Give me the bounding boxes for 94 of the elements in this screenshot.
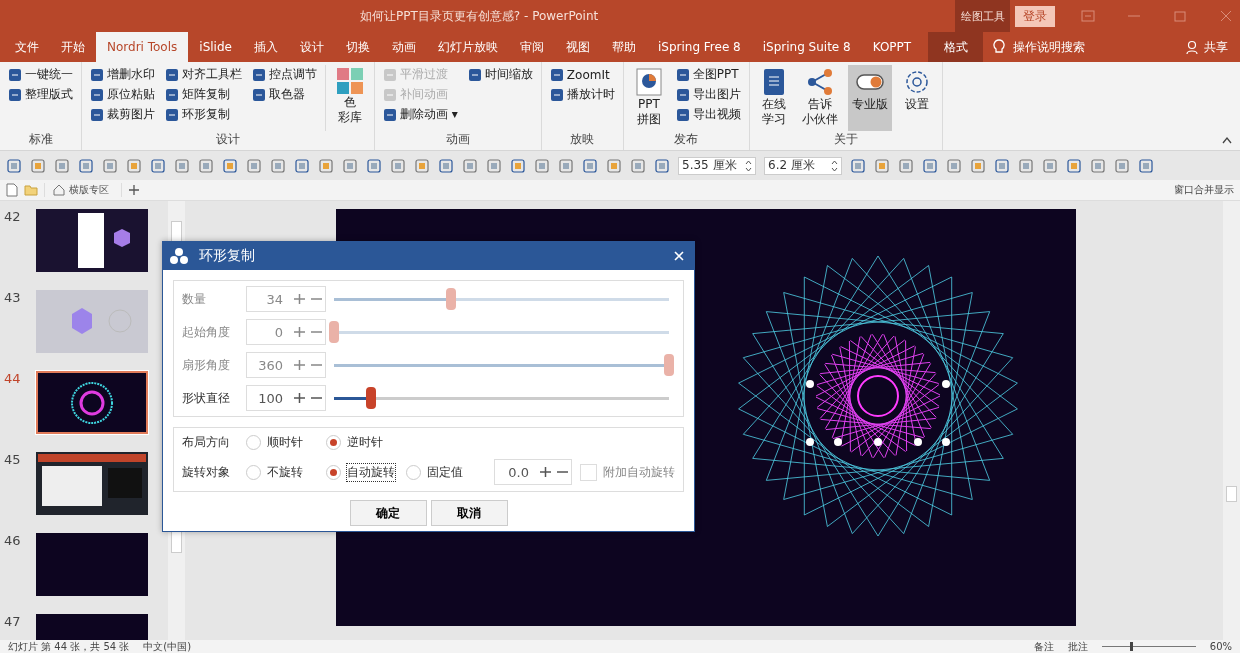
- group-label: 放映: [569, 131, 596, 148]
- ribbon-large-button[interactable]: 在线 学习: [755, 65, 792, 131]
- ribbon-tab[interactable]: 格式: [928, 32, 984, 62]
- ribbon-button[interactable]: 裁剪图片: [88, 105, 157, 124]
- button-label: 学习: [761, 112, 786, 127]
- ribbon-tab[interactable]: 切换: [334, 32, 381, 62]
- slide-count: 幻灯片 第 44 张，共 54 张: [8, 639, 130, 653]
- slide-number: 42: [3, 209, 22, 224]
- ribbon-button[interactable]: 导出视频: [673, 105, 743, 124]
- ribbon-button[interactable]: 控点调节: [250, 65, 319, 84]
- ribbon-large-button[interactable]: 色 彩库: [325, 65, 368, 131]
- ribbon-tab[interactable]: 文件: [4, 32, 50, 62]
- radio-option[interactable]: 逆时针: [326, 434, 398, 451]
- field-label: 扇形角度: [182, 356, 231, 374]
- ribbon-tab[interactable]: iSpring Suite 8: [751, 32, 862, 62]
- tell-me-search[interactable]: 操作说明搜索: [1013, 38, 1086, 56]
- slide-number: 44: [3, 371, 22, 386]
- notes-button[interactable]: 备注: [1033, 639, 1054, 653]
- ribbon-tab[interactable]: 开始: [50, 32, 96, 62]
- language-label: 中文(中国): [143, 639, 192, 653]
- ribbon-button[interactable]: 对齐工具栏: [163, 65, 244, 84]
- comments-button[interactable]: 批注: [1067, 639, 1088, 653]
- slide-number: 47: [3, 614, 22, 629]
- ribbon-tab[interactable]: 审阅: [508, 32, 555, 62]
- button-label: 专业版: [851, 97, 888, 112]
- dialog-title: 环形复制: [199, 247, 255, 265]
- field-label: 形状直径: [182, 389, 231, 407]
- ribbon-button[interactable]: 一键统一: [6, 65, 75, 84]
- ribbon-button[interactable]: 全图PPT: [673, 65, 743, 84]
- dialog-button[interactable]: 确定: [349, 500, 427, 526]
- size-field[interactable]: 5.35 厘米: [678, 156, 756, 175]
- button-label: PPT: [637, 97, 660, 112]
- radio-option[interactable]: 不旋转: [246, 463, 318, 481]
- radio-option[interactable]: 固定值: [406, 463, 478, 481]
- ribbon-button[interactable]: 增删水印: [88, 65, 157, 84]
- ribbon-button[interactable]: 取色器: [250, 85, 319, 104]
- share-button[interactable]: 共享: [1204, 38, 1228, 56]
- field-label: 布局方向: [182, 434, 231, 451]
- group-label: 动画: [444, 131, 471, 148]
- ribbon-button[interactable]: 整理版式: [6, 85, 75, 104]
- field-label: 起始角度: [182, 323, 231, 341]
- ribbon-large-button[interactable]: PPT 拼图: [629, 65, 668, 131]
- group-label: 发布: [673, 131, 700, 148]
- ribbon-button[interactable]: 环形复制: [163, 105, 244, 124]
- ribbon-tab[interactable]: 设计: [288, 32, 335, 62]
- merge-windows-button[interactable]: 窗口合并显示: [1174, 183, 1234, 197]
- group-label: 设计: [215, 131, 241, 148]
- radio-option[interactable]: 顺时针: [246, 434, 318, 451]
- ribbon-button[interactable]: 时间缩放: [465, 65, 535, 84]
- ribbon-tab[interactable]: iSlide: [188, 32, 243, 62]
- button-label: 彩库: [338, 110, 362, 125]
- slide-number: 45: [3, 452, 22, 467]
- button-label: 拼图: [636, 112, 661, 127]
- slide-number: 43: [3, 290, 22, 305]
- ribbon-tab[interactable]: 动画: [380, 32, 427, 62]
- field-label: 旋转对象: [182, 463, 231, 481]
- number-field[interactable]: 100: [246, 385, 326, 411]
- ribbon-tab[interactable]: Nordri Tools: [96, 32, 189, 62]
- context-label: 绘图工具: [955, 0, 1010, 32]
- document-tab[interactable]: 横版专区: [44, 183, 122, 197]
- ribbon-tab[interactable]: 视图: [554, 32, 601, 62]
- window-title: 如何让PPT目录页更有创意感? - PowerPoint: [360, 8, 599, 25]
- ribbon-large-button[interactable]: 设置: [897, 65, 936, 131]
- group-label: 关于: [832, 131, 859, 148]
- group-label: 标准: [27, 131, 54, 148]
- radio-option[interactable]: 自动旋转: [326, 463, 398, 481]
- ribbon-tab[interactable]: 幻灯片放映: [426, 32, 509, 62]
- ribbon-button[interactable]: 矩阵复制: [163, 85, 244, 104]
- ribbon-button[interactable]: 删除动画 ▾: [381, 105, 460, 124]
- dialog-button[interactable]: 取消: [430, 500, 508, 526]
- checkbox[interactable]: 附加自动旋转: [580, 463, 675, 481]
- button-label: 色: [344, 95, 356, 110]
- ribbon-tab[interactable]: 帮助: [600, 32, 647, 62]
- ribbon-tab[interactable]: iSpring Free 8: [646, 32, 752, 62]
- field-label: 数量: [182, 290, 207, 308]
- login-button[interactable]: 登录: [1015, 5, 1055, 27]
- button-label: 在线: [761, 97, 786, 112]
- ribbon-button[interactable]: 播放计时: [547, 85, 617, 104]
- zoom-level: 60%: [1209, 641, 1232, 652]
- ribbon-button[interactable]: ZoomIt: [547, 65, 617, 84]
- ribbon-large-button[interactable]: 专业版: [847, 65, 892, 131]
- ribbon-tab[interactable]: 插入: [242, 32, 289, 62]
- field-value: 6.2 厘米: [768, 157, 815, 174]
- ribbon-tab[interactable]: KOPPT: [861, 32, 923, 62]
- ribbon-large-button[interactable]: 告诉 小伙伴: [797, 65, 842, 131]
- button-label: 小伙伴: [801, 112, 838, 127]
- number-field[interactable]: 0.0: [494, 459, 572, 485]
- button-label: 设置: [904, 97, 929, 112]
- ribbon-button[interactable]: 原位粘贴: [88, 85, 157, 104]
- ribbon-button[interactable]: 导出图片: [673, 85, 743, 104]
- size-field[interactable]: 6.2 厘米: [764, 156, 842, 175]
- button-label: 告诉: [807, 97, 832, 112]
- slide-number: 46: [3, 533, 22, 548]
- field-value: 5.35 厘米: [682, 157, 737, 174]
